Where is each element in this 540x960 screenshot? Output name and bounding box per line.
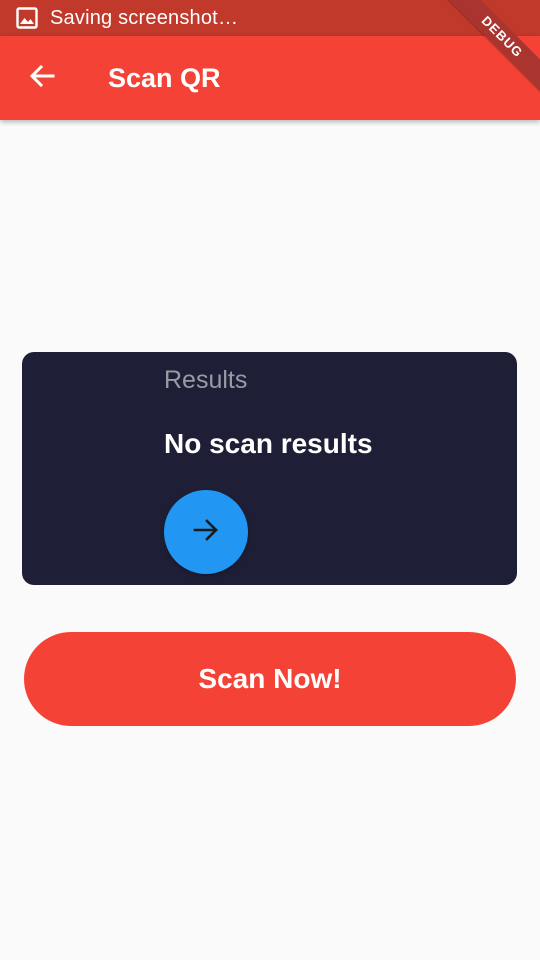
back-button[interactable] [22, 56, 62, 100]
arrow-back-icon [28, 62, 56, 95]
image-icon [16, 7, 38, 29]
results-card: Results No scan results [22, 352, 517, 585]
next-button[interactable] [164, 490, 248, 574]
status-bar: Saving screenshot… [0, 0, 540, 36]
results-label: Results [164, 366, 248, 394]
page-title: Scan QR [108, 63, 221, 93]
screen: Saving screenshot… Scan QR DEBUG Results… [0, 0, 540, 960]
app-bar: Scan QR [0, 36, 540, 120]
results-value: No scan results [164, 428, 373, 459]
scan-now-button[interactable]: Scan Now! [24, 632, 516, 726]
arrow-forward-icon [191, 515, 221, 550]
status-text: Saving screenshot… [50, 6, 239, 29]
